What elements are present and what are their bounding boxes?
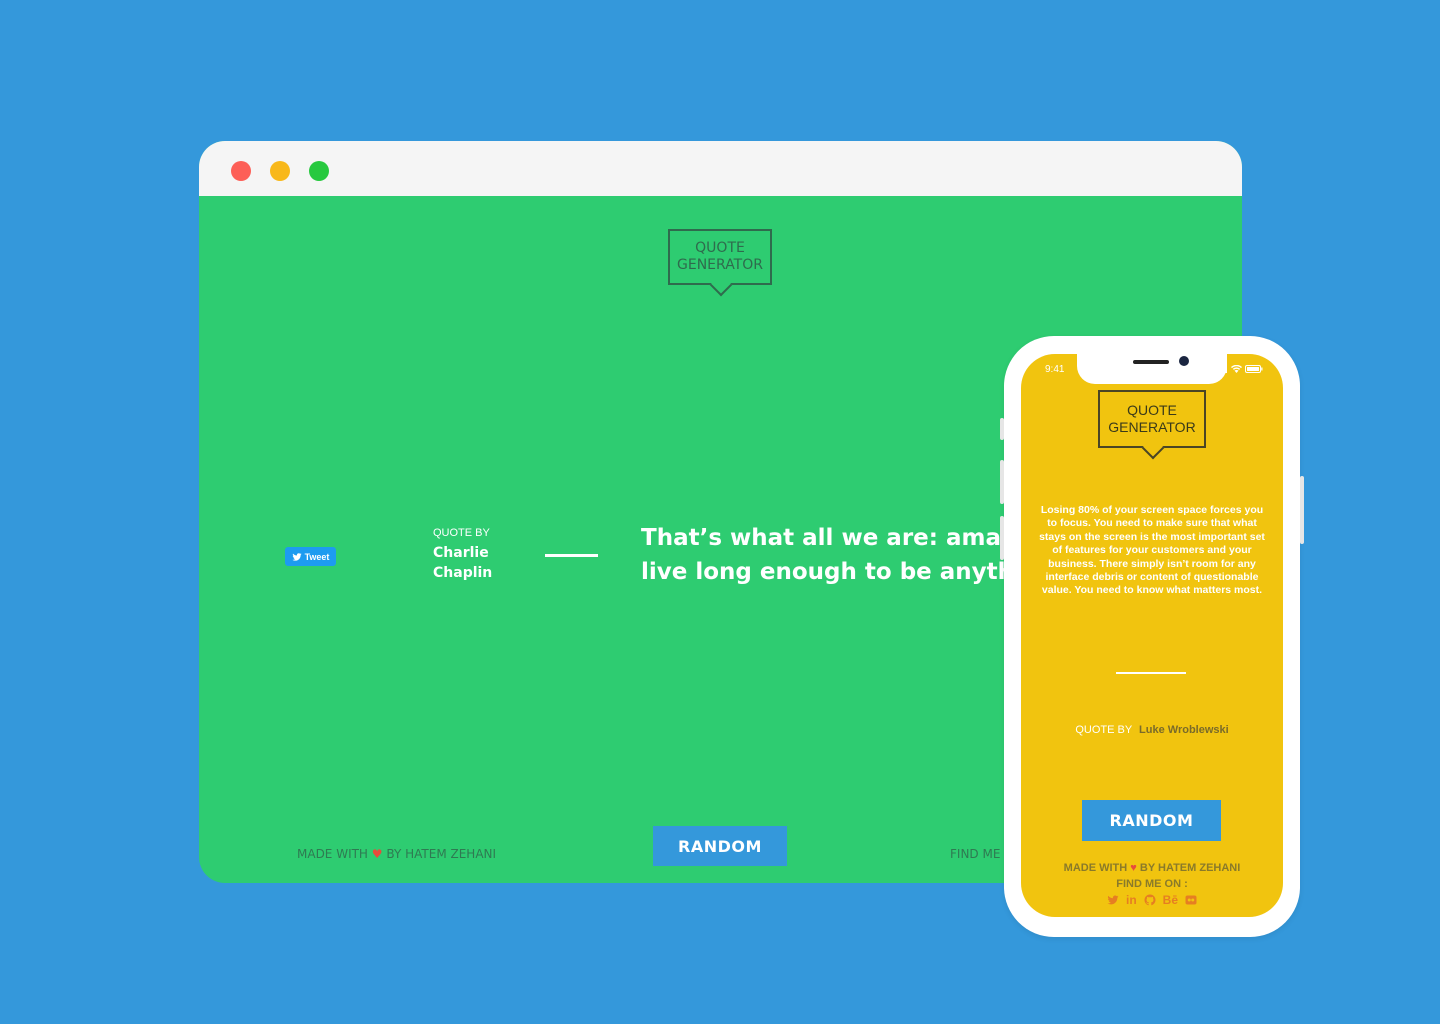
made-with-label: MADE WITH — [297, 847, 368, 861]
footer-credits: MADE WITH ♥ BY HATEM ZEHANI — [297, 847, 496, 861]
speaker-grille — [1133, 360, 1169, 364]
author-first-name: Charlie — [433, 545, 489, 561]
tweet-button[interactable]: Tweet — [285, 547, 336, 566]
heart-icon: ♥ — [1130, 862, 1137, 874]
maximize-window-dot[interactable] — [309, 161, 329, 181]
divider-line-mobile — [1116, 672, 1186, 674]
logo-line-2: GENERATOR — [1108, 419, 1196, 435]
mobile-phone-frame: 9:41 QUOTE GENERATOR Losing 80% of your … — [1000, 336, 1304, 937]
battery-icon — [1245, 365, 1263, 373]
quote-generator-logo-mobile: QUOTE GENERATOR — [1098, 390, 1206, 460]
wifi-icon — [1231, 365, 1242, 373]
author-credit: BY HATEM ZEHANI — [1139, 862, 1241, 874]
speech-bubble-tail — [709, 273, 733, 297]
mute-switch — [1000, 418, 1004, 440]
twitter-icon[interactable] — [1107, 894, 1119, 906]
behance-icon[interactable]: Bē — [1163, 893, 1178, 907]
logo-line-2: GENERATOR — [677, 257, 763, 273]
power-button — [1300, 476, 1304, 544]
github-icon[interactable] — [1144, 894, 1156, 906]
logo-line-1: QUOTE — [1127, 402, 1177, 419]
volume-down-button — [1000, 516, 1004, 560]
twitter-bird-icon — [291, 552, 302, 561]
quote-generator-logo: QUOTE GENERATOR — [668, 229, 772, 297]
find-me-on-label: FIND ME ON : — [1116, 878, 1188, 890]
author-credit: BY HATEM ZEHANI — [386, 847, 497, 861]
tweet-label: Tweet — [304, 551, 330, 562]
divider-line — [545, 554, 598, 557]
quote-author: Charlie Chaplin — [433, 543, 513, 583]
find-me-label: FIND ME — [950, 847, 1001, 861]
speech-bubble-tail — [1141, 436, 1165, 460]
random-button-mobile[interactable]: RANDOM — [1082, 800, 1221, 841]
random-button[interactable]: RANDOM — [653, 826, 787, 866]
quote-by-mobile: QUOTE BY Luke Wroblewski — [1021, 724, 1283, 736]
front-camera — [1179, 356, 1189, 366]
logo-line-1: QUOTE — [695, 240, 745, 257]
quote-by-label: QUOTE BY — [1075, 724, 1132, 736]
quote-author: Luke Wroblewski — [1139, 724, 1229, 736]
author-last-name: Chaplin — [433, 565, 493, 581]
quote-by-label: QUOTE BY — [433, 527, 490, 539]
heart-icon: ♥ — [371, 847, 383, 861]
footer-credits-mobile: MADE WITH ♥ BY HATEM ZEHANI — [1021, 862, 1283, 874]
linkedin-icon[interactable]: in — [1126, 893, 1137, 907]
quote-text-mobile: Losing 80% of your screen space forces y… — [1039, 504, 1265, 597]
phone-notch — [1077, 354, 1227, 384]
minimize-window-dot[interactable] — [270, 161, 290, 181]
volume-up-button — [1000, 460, 1004, 504]
flickr-icon[interactable] — [1185, 894, 1197, 906]
social-links: in Bē — [1021, 893, 1283, 907]
mobile-screen: 9:41 QUOTE GENERATOR Losing 80% of your … — [1021, 354, 1283, 917]
status-time: 9:41 — [1045, 364, 1065, 375]
close-window-dot[interactable] — [231, 161, 251, 181]
made-with-label: MADE WITH — [1063, 862, 1128, 874]
browser-title-bar — [199, 141, 1242, 196]
